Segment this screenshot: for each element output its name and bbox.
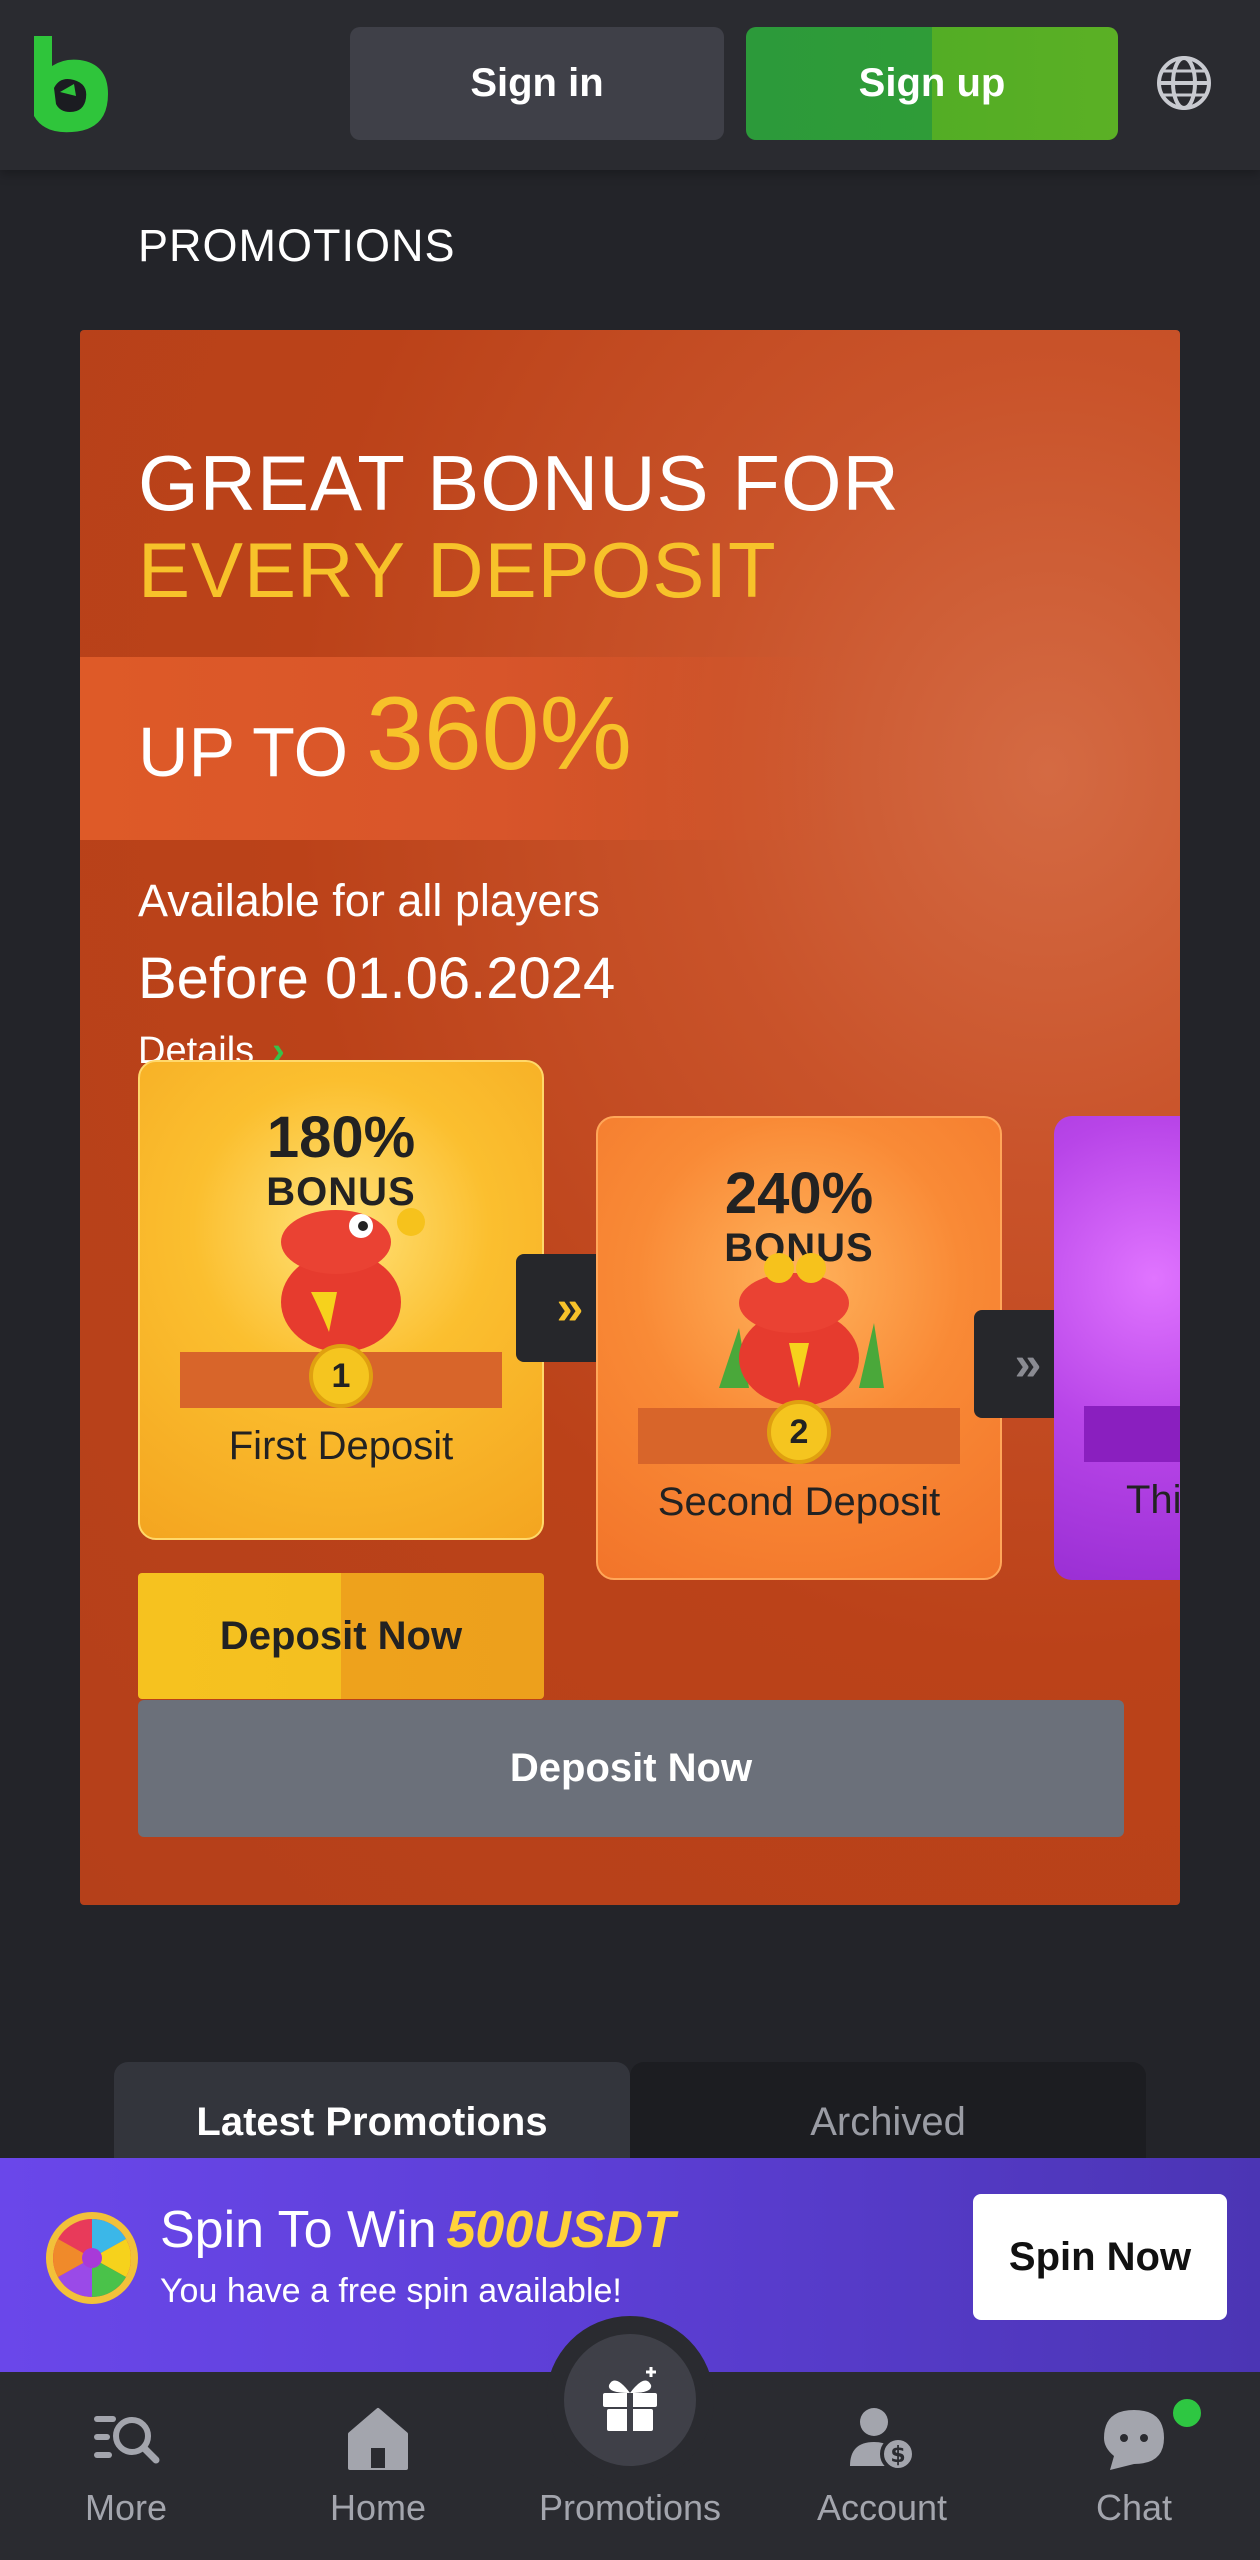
upto-value: 360% bbox=[366, 676, 632, 792]
nav-item-more[interactable]: More bbox=[26, 2372, 226, 2560]
dino-mascot-icon bbox=[719, 1253, 884, 1406]
card-number-badge: 2 bbox=[767, 1400, 831, 1464]
nav-label-home: Home bbox=[329, 2487, 427, 2528]
deposit-card-1[interactable]: 180% BONUS 1 First Deposit bbox=[138, 1060, 544, 1540]
upto-label: UP TO bbox=[138, 713, 349, 791]
dino-mascot-icon bbox=[281, 1208, 425, 1352]
card-label: Second Deposit bbox=[657, 1480, 941, 1524]
prize-wheel-icon bbox=[46, 2212, 138, 2304]
availability-text: Available for all players bbox=[138, 875, 600, 926]
spin-title-text: Spin To Win bbox=[160, 2201, 437, 2259]
card-percent: 240% bbox=[724, 1161, 874, 1226]
search-list-icon bbox=[94, 2416, 160, 2464]
spin-title: Spin To Win 500USDT bbox=[160, 2200, 675, 2260]
deposit-card-2[interactable]: 240% BONUS 2 Second Deposit bbox=[596, 1116, 1002, 1580]
deposit-now-wide-button[interactable]: Deposit Now bbox=[138, 1700, 1124, 1837]
bcgame-logo-icon[interactable] bbox=[30, 32, 112, 136]
spin-now-button[interactable]: Spin Now bbox=[973, 2194, 1227, 2320]
card-number-badge: 1 bbox=[309, 1344, 373, 1408]
nav-item-promotions[interactable]: Promotions bbox=[530, 2372, 730, 2560]
online-status-dot bbox=[1170, 2396, 1204, 2430]
home-icon bbox=[348, 2408, 408, 2470]
page-title: PROMOTIONS bbox=[138, 220, 456, 271]
banner-title-line2: EVERY DEPOSIT bbox=[138, 526, 777, 614]
banner-title-line1: GREAT BONUS FOR bbox=[138, 439, 900, 527]
sign-in-button[interactable]: Sign in bbox=[350, 27, 724, 140]
card-label: Thi bbox=[1126, 1478, 1180, 1522]
nav-label-promotions: Promotions bbox=[538, 2487, 722, 2528]
deposit-card-3[interactable]: Thi bbox=[1054, 1116, 1180, 1580]
nav-item-home[interactable]: Home bbox=[278, 2372, 478, 2560]
deadline-text: Before 01.06.2024 bbox=[138, 946, 616, 1011]
svg-text:$: $ bbox=[890, 2443, 905, 2468]
card-label: First Deposit bbox=[228, 1424, 454, 1468]
sign-up-button[interactable]: Sign up bbox=[746, 27, 1118, 140]
card-percent: 180% bbox=[266, 1105, 416, 1170]
spin-amount: 500USDT bbox=[446, 2201, 675, 2259]
chat-icon bbox=[1104, 2410, 1164, 2470]
nav-item-account[interactable]: $ Account bbox=[782, 2372, 982, 2560]
nav-item-chat[interactable]: Chat bbox=[1034, 2372, 1234, 2560]
card-ribbon bbox=[1084, 1406, 1180, 1462]
spin-subtitle: You have a free spin available! bbox=[160, 2272, 622, 2310]
deposit-now-button[interactable]: Deposit Now bbox=[138, 1573, 544, 1699]
globe-icon[interactable] bbox=[1154, 53, 1214, 113]
nav-label-account: Account bbox=[816, 2487, 948, 2528]
nav-label-more: More bbox=[84, 2487, 168, 2528]
promo-banner: GREAT BONUS FOR EVERY DEPOSIT UP TO 360%… bbox=[80, 330, 1180, 1905]
account-icon: $ bbox=[850, 2408, 916, 2472]
top-header: Sign in Sign up bbox=[0, 0, 1260, 170]
nav-label-chat: Chat bbox=[1095, 2487, 1173, 2528]
